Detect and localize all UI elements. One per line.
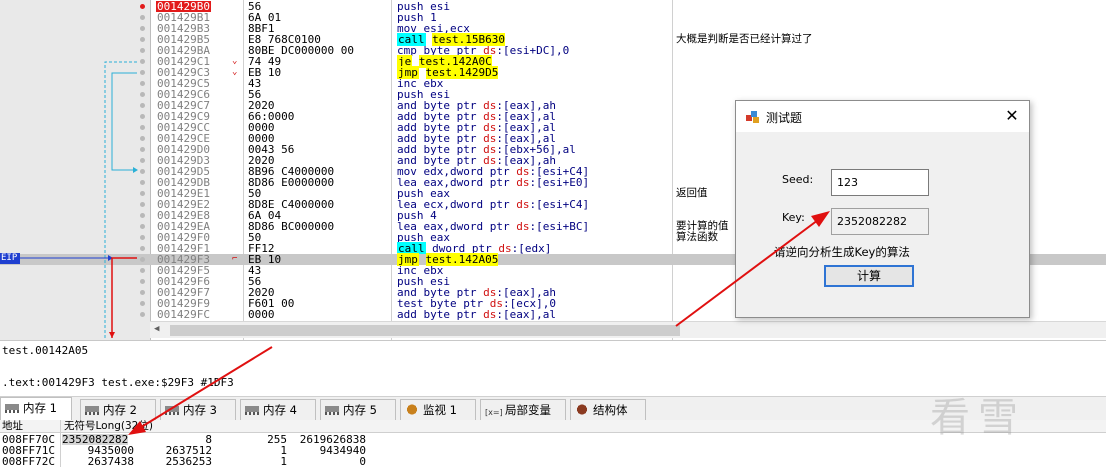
seed-label: Seed: — [782, 173, 814, 186]
struct-icon — [575, 404, 589, 415]
close-icon[interactable]: ✕ — [1003, 106, 1021, 126]
tab-watch-1[interactable]: 监视 1 — [400, 399, 476, 420]
tab-memory-2[interactable]: 内存 2 — [80, 399, 156, 420]
scroll-left-icon[interactable]: ◀ — [154, 324, 159, 334]
tab-memory-5[interactable]: 内存 5 — [320, 399, 396, 420]
instruction-comment[interactable]: 返回值 — [676, 188, 708, 199]
info-line-location: .text:001429F3 test.exe:$29F3 #1DF3 — [2, 376, 234, 389]
memory-icon — [5, 402, 19, 413]
key-label: Key: — [782, 211, 805, 224]
dialog-titlebar[interactable]: 测试题 ✕ — [736, 101, 1029, 132]
instruction-text[interactable]: add byte ptr ds:[eax],al — [397, 309, 556, 320]
horizontal-scrollbar[interactable]: ◀ — [150, 321, 1106, 338]
eip-label: EIP — [0, 253, 20, 264]
scrollbar-thumb[interactable] — [170, 325, 680, 336]
memory-icon — [85, 404, 99, 415]
dialog-title: 测试题 — [766, 111, 803, 125]
instruction-comment[interactable]: 大概是判断是否已经计算过了 — [676, 34, 813, 45]
jump-marker-icon: ⌄ — [232, 67, 238, 77]
tab-memory-3[interactable]: 内存 3 — [160, 399, 236, 420]
dump-row[interactable]: 008FF72C 2637438 2536253 1 0 — [0, 456, 1106, 467]
instruction-text: 请逆向分析生成Key的算法 — [774, 245, 910, 259]
key-field[interactable]: 2352082282 — [831, 208, 929, 235]
tab-struct[interactable]: 结构体 — [570, 399, 646, 420]
seed-input[interactable]: 123 — [831, 169, 929, 196]
memory-icon — [325, 404, 339, 415]
jump-marker-icon: ⌄ — [232, 56, 238, 66]
tab-locals[interactable]: [x=] 局部变量 — [480, 399, 566, 420]
tab-memory-1[interactable]: 内存 1 — [0, 397, 72, 421]
instruction-address[interactable]: 001429FC — [157, 309, 210, 320]
test-dialog[interactable]: 测试题 ✕ Seed: 123 Key: 2352082282 请逆向分析生成K… — [735, 100, 1030, 318]
watch-icon — [405, 404, 419, 415]
memory-icon — [245, 404, 259, 415]
instruction-bytes[interactable]: 0000 — [248, 309, 275, 320]
info-line-target: test.00142A05 — [2, 344, 89, 357]
app-icon — [746, 111, 759, 123]
header-value-type[interactable]: 无符号Long(32位) — [64, 420, 153, 433]
watermark: 看雪 — [930, 395, 1026, 441]
tab-memory-4[interactable]: 内存 4 — [240, 399, 316, 420]
calculate-button[interactable]: 计算 — [824, 265, 914, 287]
jump-marker-icon: ⌐ — [232, 254, 238, 264]
memory-icon — [165, 404, 179, 415]
instruction-comment[interactable]: 算法函数 — [676, 232, 718, 243]
variable-icon: [x=] — [485, 408, 503, 417]
jump-arrows — [20, 61, 138, 340]
header-address: 地址 — [2, 420, 23, 432]
